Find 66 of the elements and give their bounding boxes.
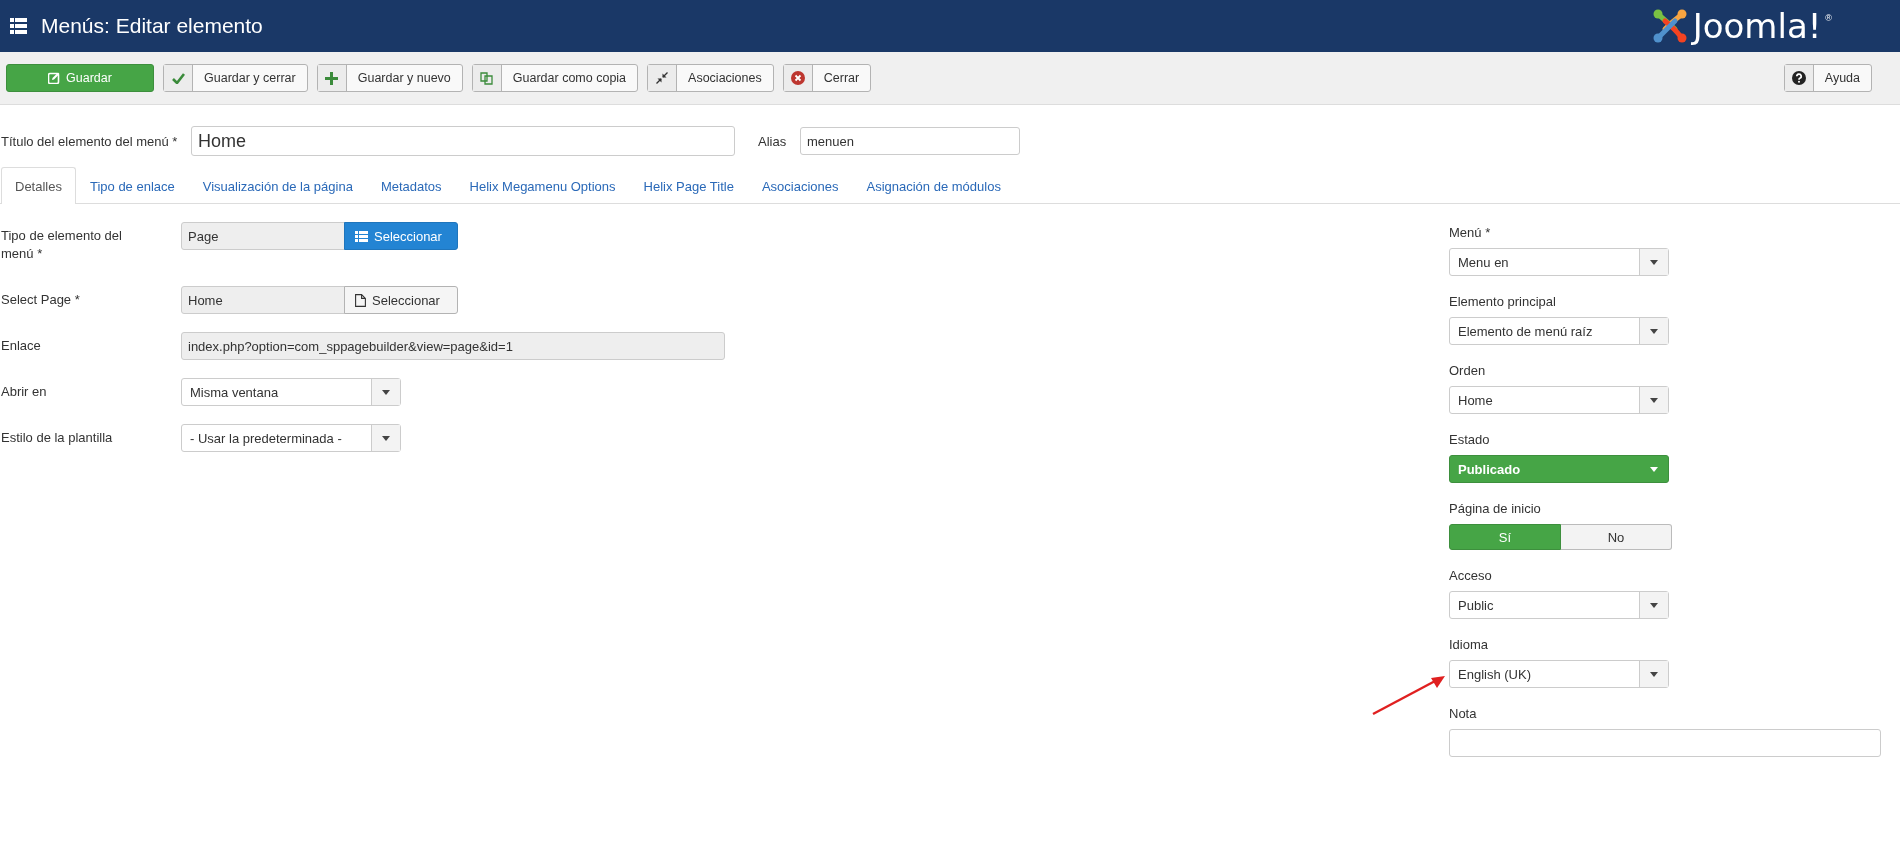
caret-icon [1650, 466, 1658, 472]
field-label: Estilo de la plantilla [1, 429, 114, 447]
field-label: Abrir en [1, 383, 48, 401]
note-field[interactable] [1449, 729, 1881, 757]
close-icon [790, 71, 805, 85]
toolbar-button[interactable]: Guardar y cerrar [163, 64, 308, 92]
tab[interactable]: Metadatos [366, 167, 456, 204]
caret-icon [1650, 671, 1658, 677]
field-label: Idioma [1449, 635, 1490, 654]
link-field: index.php?option=com_sppagebuilder&view=page&id=1 [181, 332, 725, 360]
field-label: Tipo de elemento del menú * [1, 227, 123, 263]
select-field[interactable]: Home [1449, 386, 1669, 414]
caret-icon [1650, 328, 1658, 334]
compress-icon [656, 72, 669, 84]
select-field[interactable]: Public [1449, 591, 1669, 619]
field-label: Página de inicio [1449, 499, 1542, 518]
toolbar-button[interactable]: Guardar y nuevo [316, 64, 463, 92]
caret-icon [1650, 397, 1658, 403]
caret-icon [1650, 259, 1658, 265]
alias-field[interactable]: menuen [800, 127, 1020, 155]
field-label: Título del elemento del menú * [1, 133, 179, 149]
tab[interactable]: Tipo de enlace [75, 167, 189, 204]
copy-icon [480, 71, 494, 85]
tab[interactable]: Helix Page Title [629, 167, 748, 204]
plus-icon [325, 71, 339, 85]
field-label: Acceso [1449, 566, 1493, 585]
field-label: Alias [758, 133, 788, 149]
tab[interactable]: Asociaciones [747, 167, 853, 204]
help-icon [1791, 71, 1806, 85]
tab[interactable]: Asignación de módulos [852, 167, 1015, 204]
title-field[interactable]: Home [191, 126, 735, 156]
check-icon [171, 72, 185, 84]
select-field[interactable]: Misma ventana [181, 378, 401, 406]
select-button[interactable]: Seleccionar [344, 286, 458, 314]
select-field[interactable]: Elemento de menú raíz [1449, 317, 1669, 345]
field-label: Elemento principal [1449, 292, 1557, 311]
registered-mark: ® [1825, 13, 1832, 23]
edit-icon [48, 72, 61, 84]
field-label: Enlace [1, 337, 42, 355]
select-field[interactable]: - Usar la predeterminada - [181, 424, 401, 452]
field-label: Nota [1449, 704, 1478, 723]
readonly-field: Page [181, 222, 345, 250]
file-icon [355, 293, 366, 307]
page-title: Menús: Editar elemento [41, 14, 263, 38]
select-field[interactable]: Menu en [1449, 248, 1669, 276]
tab[interactable]: Detalles [1, 167, 76, 204]
toolbar-button[interactable]: Asociaciones [647, 64, 774, 92]
toolbar-button[interactable]: Guardar como copia [471, 64, 639, 92]
readonly-field: Home [181, 286, 345, 314]
field-label: Menú * [1449, 223, 1492, 242]
select-field[interactable]: English (UK) [1449, 660, 1669, 688]
menu-icon [10, 18, 27, 34]
toggle-option[interactable]: No [1561, 524, 1672, 550]
caret-icon [1650, 602, 1658, 608]
tab[interactable]: Visualización de la página [188, 167, 367, 204]
list-icon [355, 230, 368, 242]
help-button[interactable]: Ayuda [1783, 64, 1872, 92]
field-label: Orden [1449, 361, 1487, 380]
caret-icon [382, 435, 390, 441]
logo-text: Joomla! [1692, 9, 1822, 43]
select-button[interactable]: Seleccionar [344, 222, 458, 250]
toolbar-button[interactable]: Cerrar [782, 64, 872, 92]
tab[interactable]: Helix Megamenu Options [455, 167, 630, 204]
field-label: Select Page * [1, 291, 81, 309]
field-label: Estado [1449, 430, 1491, 449]
caret-icon [382, 389, 390, 395]
